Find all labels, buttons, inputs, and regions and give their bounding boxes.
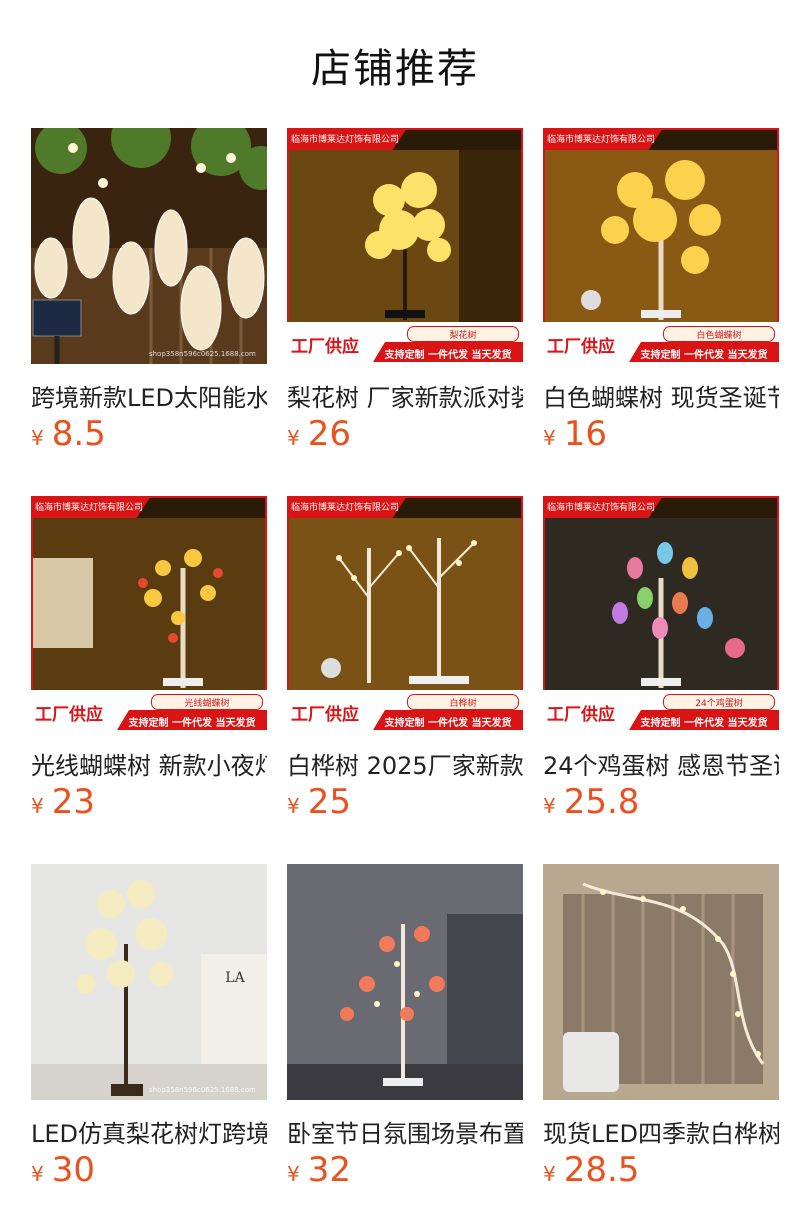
product-name[interactable]: 24个鸡蛋树 感恩节圣诞节 bbox=[543, 746, 779, 781]
price-amount: 32 bbox=[307, 1150, 351, 1190]
product-price: ¥32 bbox=[287, 1150, 351, 1190]
product-image[interactable]: 临海市博莱达灯饰有限公司 工厂供应 光线蝴蝶树 支持定制 一件代发 当天发货 bbox=[31, 496, 267, 732]
currency-symbol: ¥ bbox=[31, 426, 44, 450]
product-tag-text: 白色蝴蝶树 bbox=[696, 331, 742, 341]
service-text: 支持定制 一件代发 当天发货 bbox=[640, 718, 768, 729]
product-name[interactable]: 梨花树 厂家新款派对装饰灯 bbox=[287, 378, 523, 413]
price-amount: 23 bbox=[51, 782, 95, 822]
product-name[interactable]: LED仿真梨花树灯跨境装饰 bbox=[31, 1114, 267, 1149]
product-tag: 光线蝴蝶树 bbox=[151, 694, 263, 710]
factory-label: 工厂供应 bbox=[35, 705, 103, 725]
service-text: 支持定制 一件代发 当天发货 bbox=[128, 718, 256, 729]
product-name[interactable]: 跨境新款LED太阳能水滴灯串 bbox=[31, 378, 267, 413]
currency-symbol: ¥ bbox=[543, 794, 556, 818]
product-tag-text: 24个鸡蛋树 bbox=[695, 699, 743, 709]
product-name[interactable]: 白桦树 2025厂家新款装饰灯 bbox=[287, 746, 523, 781]
svg-text:LA: LA bbox=[225, 970, 245, 986]
factory-label: 工厂供应 bbox=[547, 705, 615, 725]
product-image[interactable]: 临海市博莱达灯饰有限公司 工厂供应 梨花树 支持定制 一件代发 当天发货 bbox=[287, 128, 523, 364]
price-amount: 30 bbox=[51, 1150, 95, 1190]
product-card[interactable]: 临海市博莱达灯饰有限公司 工厂供应 梨花树 支持定制 一件代发 当天发货 梨花树… bbox=[287, 128, 523, 468]
page-title: 店铺推荐 bbox=[311, 46, 479, 92]
currency-symbol: ¥ bbox=[287, 794, 300, 818]
product-price: ¥30 bbox=[31, 1150, 95, 1190]
product-tag-text: 白桦树 bbox=[449, 699, 477, 709]
factory-label: 工厂供应 bbox=[291, 705, 359, 725]
product-tag-text: 光线蝴蝶树 bbox=[184, 699, 230, 709]
company-name: 临海市博莱达灯饰有限公司 bbox=[547, 135, 656, 145]
service-text: 支持定制 一件代发 当天发货 bbox=[640, 350, 768, 361]
product-tag: 梨花树 bbox=[407, 326, 519, 342]
product-name[interactable]: 卧室节日氛围场景布置灯 bbox=[287, 1114, 523, 1149]
service-text: 支持定制 一件代发 当天发货 bbox=[384, 718, 512, 729]
service-text: 支持定制 一件代发 当天发货 bbox=[384, 350, 512, 361]
product-tag: 24个鸡蛋树 bbox=[663, 694, 775, 710]
company-name: 临海市博莱达灯饰有限公司 bbox=[291, 135, 400, 145]
product-card[interactable]: 现货LED四季款白桦树藤灯 ¥28.5 bbox=[543, 864, 779, 1204]
price-amount: 26 bbox=[307, 414, 351, 454]
product-price: ¥25.8 bbox=[543, 782, 639, 822]
product-card[interactable]: 临海市博莱达灯饰有限公司 工厂供应 光线蝴蝶树 支持定制 一件代发 当天发货 光… bbox=[31, 496, 267, 836]
product-price: ¥8.5 bbox=[31, 414, 106, 454]
currency-symbol: ¥ bbox=[31, 1162, 44, 1186]
product-price: ¥28.5 bbox=[543, 1150, 639, 1190]
product-image[interactable]: 临海市博莱达灯饰有限公司 工厂供应 白色蝴蝶树 支持定制 一件代发 当天发货 bbox=[543, 128, 779, 364]
product-image[interactable]: shop358n596c0625.1688.com bbox=[31, 128, 267, 364]
currency-symbol: ¥ bbox=[287, 426, 300, 450]
company-name: 临海市博莱达灯饰有限公司 bbox=[291, 503, 400, 513]
product-card[interactable]: 卧室节日氛围场景布置灯 ¥32 bbox=[287, 864, 523, 1204]
product-name[interactable]: 白色蝴蝶树 现货圣诞节装饰 bbox=[543, 378, 779, 413]
watermark-text: shop358n596c0625.1688.com bbox=[149, 350, 256, 358]
price-amount: 25.8 bbox=[563, 782, 640, 822]
currency-symbol: ¥ bbox=[287, 1162, 300, 1186]
product-name[interactable]: 现货LED四季款白桦树藤灯 bbox=[543, 1114, 779, 1149]
company-name: 临海市博莱达灯饰有限公司 bbox=[35, 503, 144, 513]
product-image[interactable]: 临海市博莱达灯饰有限公司 工厂供应 白桦树 支持定制 一件代发 当天发货 bbox=[287, 496, 523, 732]
product-price: ¥25 bbox=[287, 782, 351, 822]
product-image[interactable]: LA shop358n596c0625.1688.com bbox=[31, 864, 267, 1100]
price-amount: 8.5 bbox=[51, 414, 106, 454]
product-card[interactable]: shop358n596c0625.1688.com 跨境新款LED太阳能水滴灯串… bbox=[31, 128, 267, 468]
factory-label: 工厂供应 bbox=[547, 337, 615, 357]
product-image[interactable] bbox=[543, 864, 779, 1100]
product-name[interactable]: 光线蝴蝶树 新款小夜灯装饰 bbox=[31, 746, 267, 781]
price-amount: 25 bbox=[307, 782, 351, 822]
product-tag-text: 梨花树 bbox=[449, 331, 477, 341]
product-card[interactable]: 临海市博莱达灯饰有限公司 工厂供应 白色蝴蝶树 支持定制 一件代发 当天发货 白… bbox=[543, 128, 779, 468]
product-card[interactable]: 临海市博莱达灯饰有限公司 工厂供应 24个鸡蛋树 支持定制 一件代发 当天发货 … bbox=[543, 496, 779, 836]
currency-symbol: ¥ bbox=[543, 426, 556, 450]
product-card[interactable]: LA shop358n596c0625.1688.com LED仿真梨花树灯跨境… bbox=[31, 864, 267, 1204]
product-price: ¥26 bbox=[287, 414, 351, 454]
company-name: 临海市博莱达灯饰有限公司 bbox=[547, 503, 656, 513]
price-amount: 28.5 bbox=[563, 1150, 640, 1190]
product-tag: 白色蝴蝶树 bbox=[663, 326, 775, 342]
currency-symbol: ¥ bbox=[543, 1162, 556, 1186]
product-card[interactable]: 临海市博莱达灯饰有限公司 工厂供应 白桦树 支持定制 一件代发 当天发货 白桦树… bbox=[287, 496, 523, 836]
product-image[interactable]: 临海市博莱达灯饰有限公司 工厂供应 24个鸡蛋树 支持定制 一件代发 当天发货 bbox=[543, 496, 779, 732]
factory-label: 工厂供应 bbox=[291, 337, 359, 357]
price-amount: 16 bbox=[563, 414, 607, 454]
product-price: ¥23 bbox=[31, 782, 95, 822]
watermark-text: shop358n596c0625.1688.com bbox=[149, 1086, 256, 1094]
product-image[interactable] bbox=[287, 864, 523, 1100]
product-tag: 白桦树 bbox=[407, 694, 519, 710]
currency-symbol: ¥ bbox=[31, 794, 44, 818]
product-price: ¥16 bbox=[543, 414, 607, 454]
